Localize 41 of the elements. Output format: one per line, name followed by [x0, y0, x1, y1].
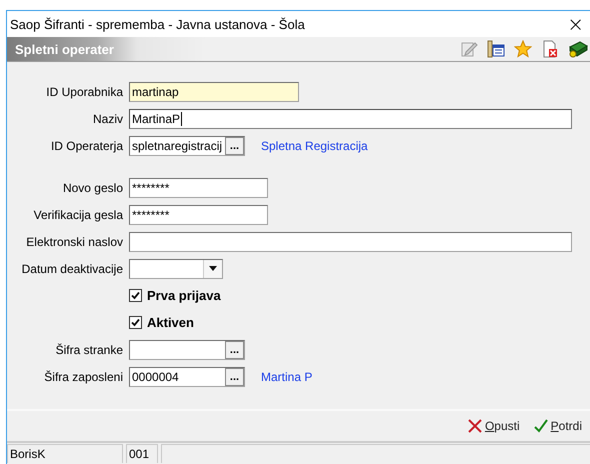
checkbox-label: Prva prijava: [147, 288, 221, 303]
field-label: Verifikacija gesla: [32, 208, 123, 222]
dropdown-arrow-icon: [209, 266, 217, 271]
header-title: Spletni operater: [14, 42, 114, 56]
input-field[interactable]: ********: [129, 178, 268, 198]
columns-window-icon[interactable]: [487, 40, 505, 58]
input-field[interactable]: ********: [129, 204, 268, 224]
help-book-icon[interactable]: [568, 40, 588, 58]
lookup-field[interactable]: 0000004 ...: [129, 366, 245, 386]
field-label: Šifra zaposleni: [43, 370, 123, 384]
input-field[interactable]: [129, 232, 572, 252]
checkbox-label: Aktiven: [147, 315, 194, 330]
status-cell: BorisK: [7, 444, 123, 463]
checkmark-icon: [534, 419, 548, 433]
field-label: Novo geslo: [62, 180, 123, 194]
confirm-button[interactable]: Potrdi: [532, 419, 584, 433]
lookup-link[interactable]: Spletna Registracija: [261, 138, 368, 152]
checkbox[interactable]: [129, 316, 142, 329]
field-label: Šifra stranke: [54, 342, 123, 356]
lookup-link[interactable]: Martina P: [261, 370, 312, 384]
input-field[interactable]: MartinaP: [129, 108, 572, 128]
field-label: ID Uporabnika: [45, 84, 123, 98]
delete-document-icon[interactable]: [541, 40, 559, 58]
field-label: Naziv: [92, 112, 123, 126]
status-cell: 001: [126, 444, 158, 463]
lookup-field[interactable]: spletnaregistracij ...: [129, 136, 245, 156]
date-dropdown[interactable]: [129, 258, 223, 278]
input-field[interactable]: martinap: [129, 82, 299, 102]
cross-icon: [468, 419, 482, 433]
browse-button[interactable]: ...: [225, 136, 244, 154]
close-button[interactable]: ×: [561, 14, 590, 34]
window-title: Saop Šifranti - sprememba - Javna ustanova - Šola: [10, 16, 305, 32]
browse-button[interactable]: ...: [225, 368, 244, 386]
lookup-field[interactable]: ...: [129, 340, 245, 360]
field-label: Datum deaktivacije: [20, 262, 123, 276]
browse-button[interactable]: ...: [225, 340, 244, 358]
cancel-button[interactable]: Opusti: [466, 419, 522, 433]
field-label: ID Operaterja: [50, 138, 123, 152]
checkbox[interactable]: [129, 289, 142, 302]
field-label: Elektronski naslov: [25, 234, 123, 248]
star-icon[interactable]: [514, 40, 532, 58]
